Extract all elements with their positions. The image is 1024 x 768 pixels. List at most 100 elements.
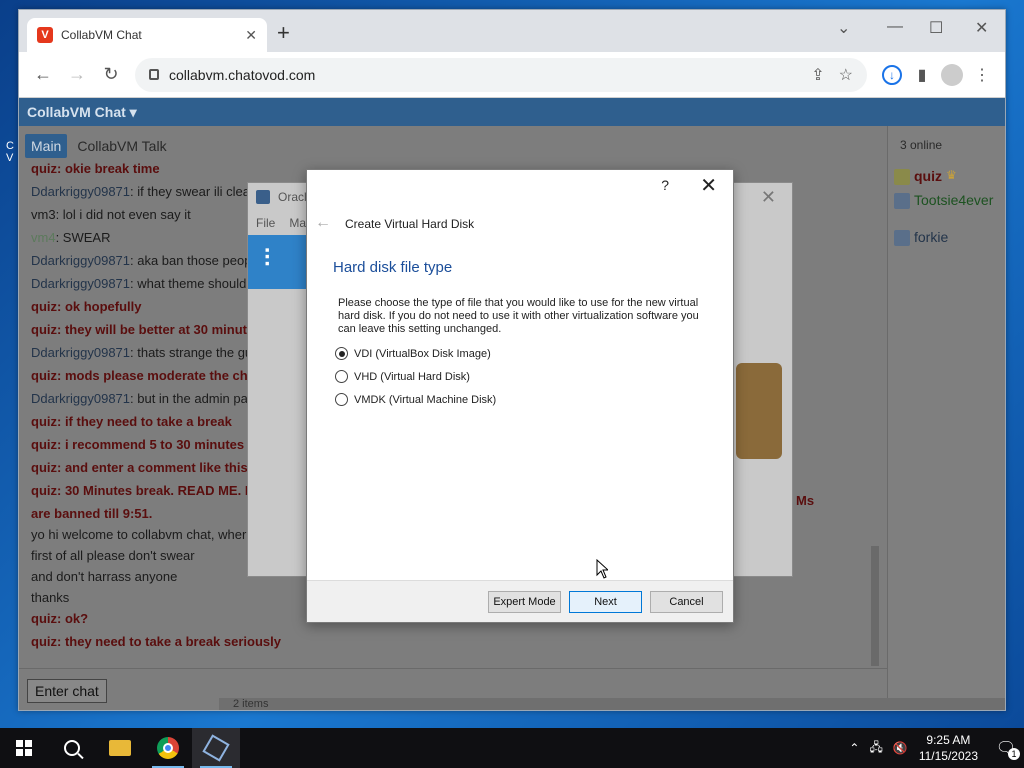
maximize-button[interactable]: ☐ xyxy=(929,18,943,38)
search-icon xyxy=(64,740,80,756)
radio-button[interactable] xyxy=(335,393,348,406)
virtualbox-taskbar-button[interactable] xyxy=(192,728,240,768)
share-icon[interactable]: ⇪ xyxy=(811,65,824,85)
user-icon xyxy=(894,193,910,209)
user-name: quiz xyxy=(914,168,942,184)
download-button[interactable]: ↓ xyxy=(877,60,907,90)
network-icon[interactable]: 🖧 xyxy=(869,738,882,759)
file-explorer-button[interactable] xyxy=(96,728,144,768)
bookmark-star-icon[interactable]: ☆ xyxy=(839,65,853,85)
chrome-taskbar-button[interactable] xyxy=(144,728,192,768)
forward-button[interactable]: → xyxy=(61,59,93,91)
cancel-button[interactable]: Cancel xyxy=(650,591,723,613)
menu-kebab-icon[interactable]: ⋮ xyxy=(967,60,997,90)
message-text: : they need to take a break seriously xyxy=(57,634,281,649)
message-username[interactable]: quiz xyxy=(31,611,57,626)
option-vdi[interactable]: VDI (VirtualBox Disk Image) xyxy=(335,347,491,360)
message-text: : ok hopefully xyxy=(57,299,142,314)
message-text: : ok? xyxy=(57,611,89,626)
chat-scrollbar[interactable] xyxy=(871,546,879,666)
message-username[interactable]: Ddarkriggy09871 xyxy=(31,253,130,268)
tab-search-icon[interactable]: ⌄ xyxy=(837,18,850,38)
message-username[interactable]: quiz xyxy=(31,161,57,176)
message-username[interactable]: Ddarkriggy09871 xyxy=(31,345,130,360)
option-vhd[interactable]: VHD (Virtual Hard Disk) xyxy=(335,370,470,383)
clock-date: 11/15/2023 xyxy=(918,749,978,763)
side-panel-icon[interactable]: ▮ xyxy=(907,60,937,90)
dialog-close-button[interactable]: ✕ xyxy=(700,173,717,198)
minimize-button[interactable]: — xyxy=(887,18,903,36)
address-bar[interactable]: collabvm.chatovod.com ⇪ ☆ xyxy=(135,57,867,92)
tab-collabvm-talk[interactable]: CollabVM Talk xyxy=(71,134,172,158)
expert-mode-button[interactable]: Expert Mode xyxy=(488,591,561,613)
chat-tabs: Main CollabVM Talk xyxy=(25,134,173,158)
message-username[interactable]: quiz xyxy=(31,368,57,383)
tab-main[interactable]: Main xyxy=(25,134,68,158)
user-forkie[interactable]: forkie xyxy=(894,229,948,246)
search-button[interactable] xyxy=(48,728,96,768)
start-button[interactable] xyxy=(0,728,48,768)
radio-button[interactable] xyxy=(335,347,348,360)
lock-icon[interactable] xyxy=(149,69,159,80)
message-username[interactable]: Ddarkriggy09871 xyxy=(31,391,130,406)
notification-badge: 1 xyxy=(1008,748,1020,760)
volume-muted-icon[interactable]: 🔇 xyxy=(893,741,908,755)
close-window-button[interactable]: ✕ xyxy=(975,18,988,38)
message-username[interactable]: quiz xyxy=(31,483,57,498)
message-text: : thats strange the gu xyxy=(130,345,253,360)
online-count: 3 online xyxy=(900,138,943,152)
option-vmdk[interactable]: VMDK (Virtual Machine Disk) xyxy=(335,393,496,406)
page-heading: Hard disk file type xyxy=(333,259,453,276)
message-username[interactable]: quiz xyxy=(31,414,57,429)
message-username[interactable]: vm3 xyxy=(31,207,56,222)
message-text: : if they swear ili clea xyxy=(130,184,250,199)
user-icon xyxy=(894,230,910,246)
clock-time: 9:25 AM xyxy=(926,733,971,747)
message-username[interactable]: vm4 xyxy=(31,230,56,245)
reload-button[interactable]: ↻ xyxy=(95,59,127,91)
dialog-description: Please choose the type of file that you … xyxy=(338,297,699,335)
chat-message: quiz: they need to take a break seriousl… xyxy=(31,633,881,656)
dialog-title: Create Virtual Hard Disk xyxy=(345,217,475,231)
help-button[interactable]: ? xyxy=(661,177,669,193)
message-text: : and enter a comment like this xyxy=(57,460,248,475)
user-quiz[interactable]: quiz ♛ xyxy=(894,168,957,185)
next-button[interactable]: Next xyxy=(569,591,642,613)
virtualbox-logo-icon xyxy=(256,190,270,204)
user-tootsie4ever[interactable]: Tootsie4ever xyxy=(894,192,993,209)
back-button[interactable]: ← xyxy=(27,59,59,91)
close-icon[interactable]: ✕ xyxy=(761,187,776,208)
message-username[interactable]: quiz xyxy=(31,322,57,337)
profile-button[interactable] xyxy=(937,60,967,90)
chevron-up-icon[interactable]: ⌃ xyxy=(849,741,859,755)
menu-file[interactable]: File xyxy=(256,216,275,230)
tools-button[interactable]: ⫶ xyxy=(248,235,308,289)
crown-icon: ♛ xyxy=(946,168,957,182)
message-username[interactable]: Ddarkriggy09871 xyxy=(31,184,130,199)
desktop-icon-label[interactable]: C V xyxy=(6,140,18,164)
enter-chat-button[interactable]: Enter chat xyxy=(27,679,107,703)
system-tray: ⌃ 🖧 🔇 9:25 AM 11/15/2023 🗨 1 xyxy=(844,728,1024,768)
message-username[interactable]: quiz xyxy=(31,437,57,452)
back-arrow-icon[interactable]: ← xyxy=(315,214,331,232)
radio-button[interactable] xyxy=(335,370,348,383)
tab-close-icon[interactable]: ✕ xyxy=(245,27,257,44)
new-tab-button[interactable]: + xyxy=(277,22,290,44)
browser-tab[interactable]: V CollabVM Chat ✕ xyxy=(27,18,267,52)
message-username[interactable]: quiz xyxy=(31,634,57,649)
message-username[interactable]: quiz xyxy=(31,460,57,475)
chrome-icon xyxy=(157,737,179,759)
url-text[interactable]: collabvm.chatovod.com xyxy=(169,67,797,83)
clock[interactable]: 9:25 AM 11/15/2023 xyxy=(919,732,978,764)
message-text: thanks xyxy=(31,590,70,605)
chat-header[interactable]: CollabVM Chat ▾ xyxy=(19,98,1005,126)
download-icon: ↓ xyxy=(882,64,902,85)
message-username[interactable]: Ddarkriggy09871 xyxy=(31,276,130,291)
mouse-cursor-icon xyxy=(596,559,608,579)
message-text: : they will be better at 30 minute xyxy=(57,322,255,337)
windows-logo-icon xyxy=(16,740,32,756)
message-username[interactable]: quiz xyxy=(31,299,57,314)
menu-machine[interactable]: Ma xyxy=(289,216,306,230)
option-label: VMDK (Virtual Machine Disk) xyxy=(354,393,497,406)
notification-button[interactable]: 🗨 1 xyxy=(988,728,1024,768)
